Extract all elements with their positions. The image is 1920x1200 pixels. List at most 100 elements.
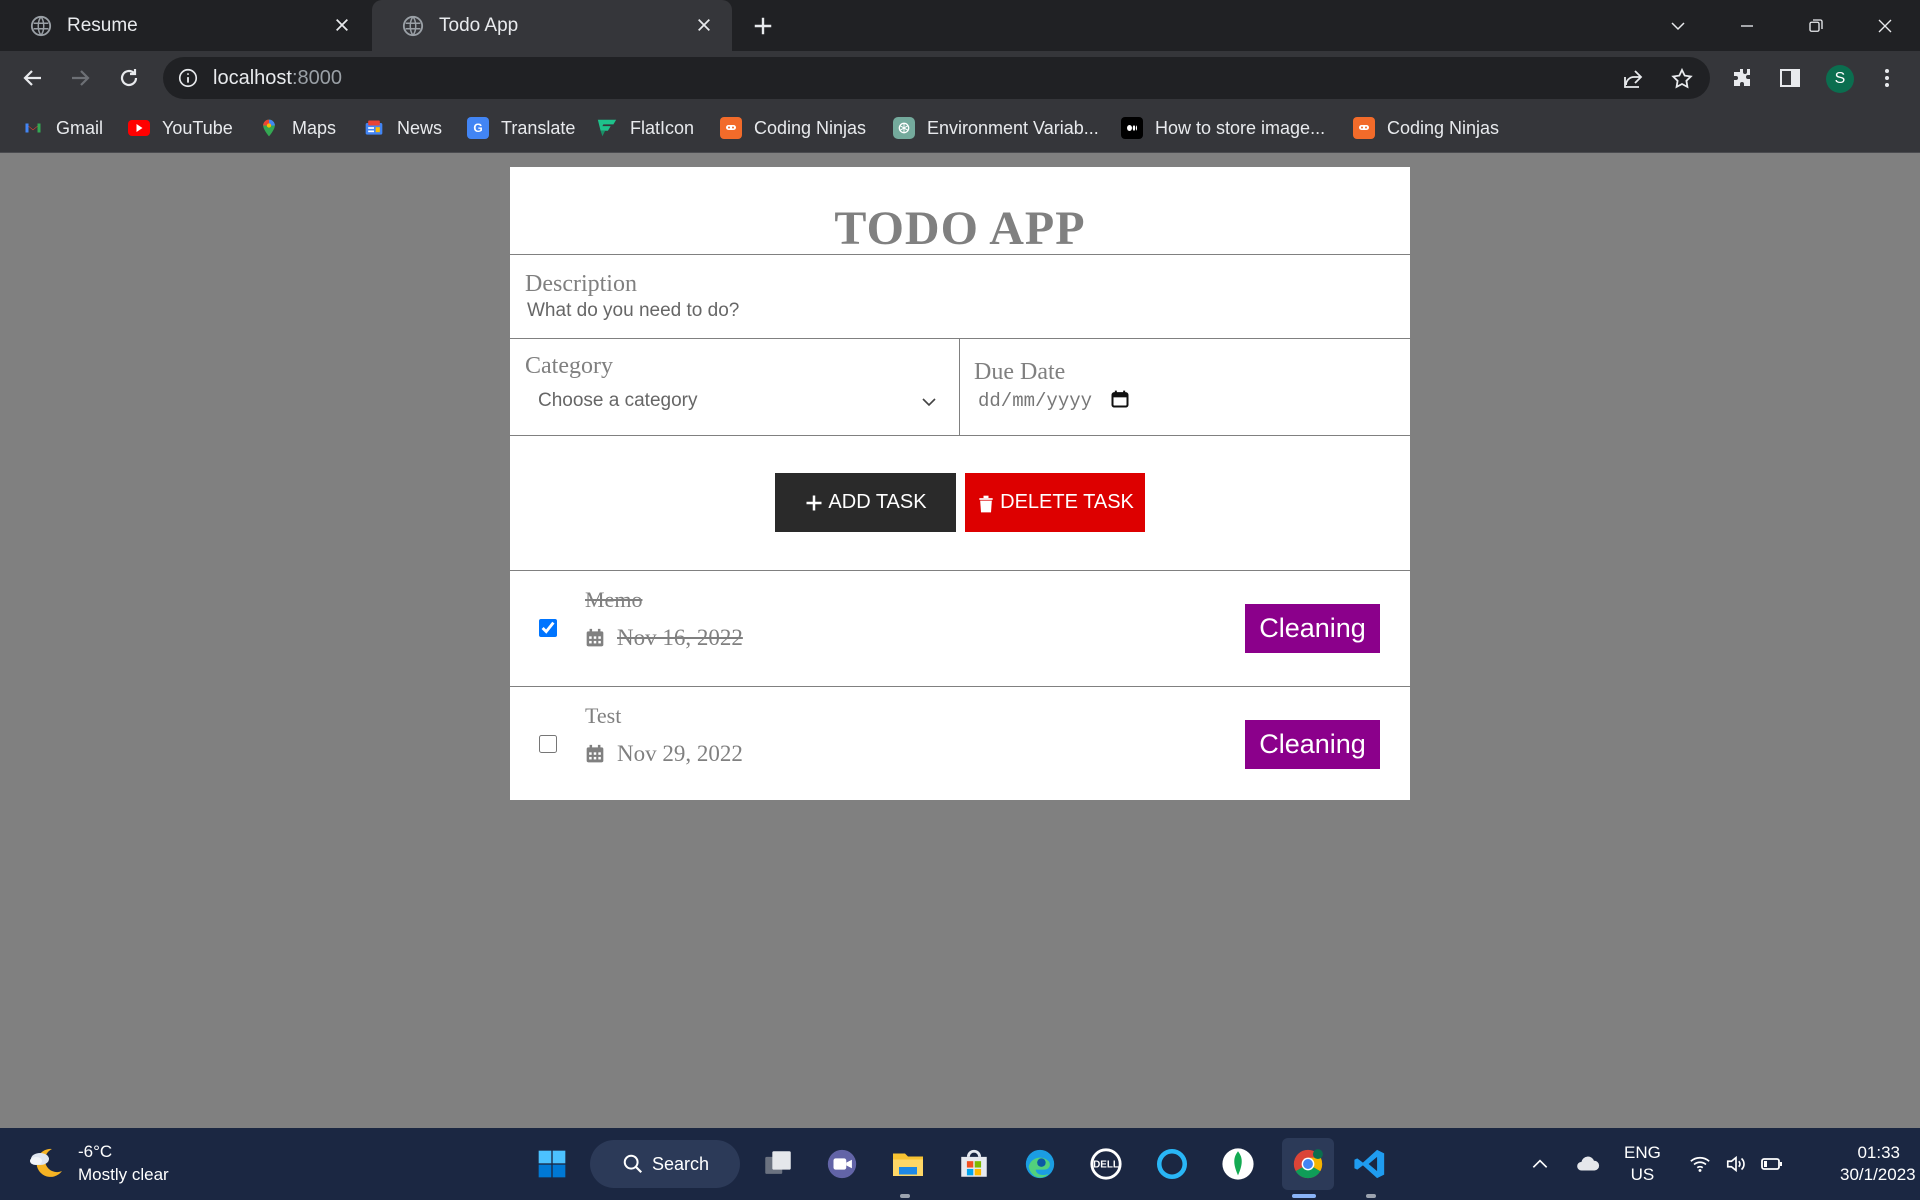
- active-indicator: [1292, 1194, 1316, 1198]
- restore-icon[interactable]: [1798, 8, 1834, 44]
- bookmarks-bar: Gmail YouTube Maps News G Translate Flat…: [0, 104, 1920, 153]
- edge-icon[interactable]: [1018, 1142, 1062, 1186]
- windows-start-icon[interactable]: [530, 1142, 574, 1186]
- bookmark-maps[interactable]: Maps: [258, 115, 336, 141]
- task-checkbox[interactable]: [539, 735, 557, 753]
- url-text: localhost:8000: [213, 67, 342, 89]
- wifi-icon[interactable]: [1686, 1150, 1714, 1178]
- action-buttons: ADD TASK DELETE TASK: [510, 436, 1410, 571]
- side-panel-icon[interactable]: [1773, 61, 1807, 95]
- app-header: TODO APP: [510, 167, 1410, 255]
- bookmark-coding-ninjas-2[interactable]: Coding Ninjas: [1353, 115, 1499, 141]
- dell-icon[interactable]: DELL: [1084, 1142, 1128, 1186]
- task-date: Nov 29, 2022: [585, 741, 743, 767]
- news-icon: [363, 117, 385, 139]
- system-clock[interactable]: 01:33 30/1/2023: [1840, 1142, 1916, 1186]
- site-info-icon[interactable]: [177, 67, 199, 89]
- new-tab-button[interactable]: [748, 11, 778, 41]
- description-section: Description: [510, 255, 1410, 339]
- page-title: TODO APP: [834, 202, 1086, 255]
- calendar-icon: [585, 627, 605, 649]
- translate-icon: G: [467, 117, 489, 139]
- close-icon[interactable]: [692, 13, 716, 37]
- menu-dots-icon[interactable]: [1870, 61, 1904, 95]
- cortana-icon[interactable]: [1150, 1142, 1194, 1186]
- category-label: Category: [525, 353, 613, 379]
- calendar-icon[interactable]: [1110, 389, 1130, 409]
- medium-icon: [1121, 117, 1143, 139]
- running-indicator: [900, 1194, 910, 1198]
- tab-search-chevron-icon[interactable]: [1660, 8, 1696, 44]
- coding-ninjas-icon: [720, 117, 742, 139]
- chevron-up-icon[interactable]: [1526, 1150, 1554, 1178]
- vscode-icon[interactable]: [1348, 1142, 1392, 1186]
- task-row: Test Nov 29, 2022 Cleaning: [510, 686, 1410, 801]
- bookmark-coding-ninjas[interactable]: Coding Ninjas: [720, 115, 866, 141]
- teams-chat-icon[interactable]: [820, 1142, 864, 1186]
- mongodb-compass-icon[interactable]: [1216, 1142, 1260, 1186]
- language-indicator[interactable]: ENG US: [1624, 1142, 1661, 1186]
- svg-text:DELL: DELL: [1093, 1160, 1119, 1171]
- task-checkbox[interactable]: [539, 619, 557, 637]
- weather-widget[interactable]: -6°C Mostly clear: [26, 1140, 169, 1186]
- due-date-label: Due Date: [974, 359, 1066, 385]
- category-date-row: Category Choose a category Due Date dd/m…: [510, 339, 1410, 436]
- minimize-icon[interactable]: [1729, 8, 1765, 44]
- coding-ninjas-icon: [1353, 117, 1375, 139]
- profile-avatar[interactable]: S: [1826, 65, 1854, 93]
- task-name: Memo: [585, 587, 643, 612]
- back-arrow-icon[interactable]: [16, 61, 50, 95]
- maps-icon: [258, 117, 280, 139]
- bookmark-how-to-store-image[interactable]: How to store image...: [1121, 115, 1325, 141]
- moon-cloud-icon: [26, 1143, 66, 1183]
- due-date-input[interactable]: dd/mm/yyyy: [978, 390, 1092, 412]
- category-select[interactable]: Choose a category: [538, 390, 698, 412]
- volume-icon[interactable]: [1722, 1150, 1750, 1178]
- extensions-puzzle-icon[interactable]: [1726, 61, 1760, 95]
- onedrive-cloud-icon[interactable]: [1574, 1150, 1602, 1178]
- share-icon[interactable]: [1619, 65, 1647, 93]
- address-bar[interactable]: localhost:8000: [163, 57, 1710, 99]
- bookmark-news[interactable]: News: [363, 115, 442, 141]
- bookmark-star-icon[interactable]: [1668, 65, 1696, 93]
- forward-arrow-icon[interactable]: [63, 61, 97, 95]
- category-section: Category Choose a category: [510, 339, 960, 435]
- tab-title: Todo App: [439, 14, 519, 36]
- task-view-icon[interactable]: [756, 1142, 800, 1186]
- bookmark-environment-variables[interactable]: Environment Variab...: [893, 115, 1099, 141]
- due-date-section: Due Date dd/mm/yyyy: [960, 339, 1410, 435]
- todo-app-card: TODO APP Description Category Choose a c…: [510, 167, 1410, 800]
- task-row: Memo Nov 16, 2022 Cleaning: [510, 571, 1410, 686]
- file-explorer-icon[interactable]: [886, 1142, 930, 1186]
- bookmark-flaticon[interactable]: FlatIcon: [596, 115, 694, 141]
- tab-resume[interactable]: Resume: [0, 0, 370, 51]
- taskbar: -6°C Mostly clear Search DELL ENG US 01:…: [0, 1128, 1920, 1200]
- bookmark-youtube[interactable]: YouTube: [128, 115, 233, 141]
- chevron-down-icon[interactable]: [920, 393, 938, 411]
- bookmark-translate[interactable]: G Translate: [467, 115, 575, 141]
- microsoft-store-icon[interactable]: [952, 1142, 996, 1186]
- reload-icon[interactable]: [112, 61, 146, 95]
- search-icon: [622, 1153, 644, 1175]
- close-window-icon[interactable]: [1867, 8, 1903, 44]
- youtube-icon: [128, 120, 150, 136]
- weather-desc: Mostly clear: [78, 1165, 169, 1184]
- clock-date: 30/1/2023: [1840, 1165, 1916, 1184]
- taskbar-search[interactable]: Search: [590, 1140, 740, 1188]
- task-name: Test: [585, 703, 622, 728]
- clock-time: 01:33: [1857, 1143, 1900, 1162]
- globe-icon: [30, 15, 52, 37]
- battery-icon[interactable]: [1758, 1150, 1786, 1178]
- plus-icon: [804, 493, 824, 513]
- tab-todo-app[interactable]: Todo App: [372, 0, 732, 51]
- category-tag: Cleaning: [1245, 604, 1380, 653]
- delete-task-button[interactable]: DELETE TASK: [965, 473, 1145, 532]
- close-icon[interactable]: [330, 13, 354, 37]
- category-tag: Cleaning: [1245, 720, 1380, 769]
- chrome-icon[interactable]: [1282, 1138, 1334, 1190]
- add-task-button[interactable]: ADD TASK: [775, 473, 956, 532]
- bookmark-gmail[interactable]: Gmail: [22, 115, 103, 141]
- weather-temp: -6°C: [78, 1142, 113, 1161]
- tab-strip: Resume Todo App: [0, 0, 1920, 51]
- description-input[interactable]: [525, 300, 1395, 322]
